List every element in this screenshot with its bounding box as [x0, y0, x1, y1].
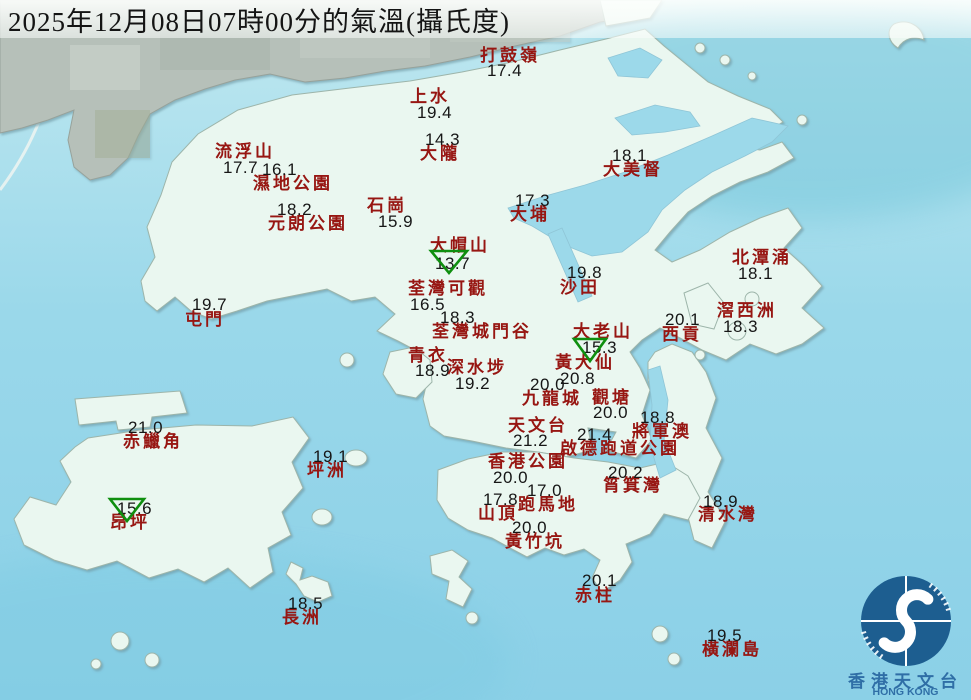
page-title: 2025年12月08日07時00分的氣溫(攝氏度) — [0, 0, 510, 39]
ma-wan-island — [340, 353, 354, 367]
title-bar: 2025年12月08日07時00分的氣溫(攝氏度) — [0, 0, 971, 38]
lamma-south-islet — [466, 612, 478, 624]
ne-islet-3 — [748, 72, 756, 80]
po-toi-islet-2 — [668, 653, 680, 665]
soko-islet-1 — [111, 632, 129, 650]
port-shelter-islet-3 — [695, 350, 705, 360]
po-toi-islet-1 — [652, 626, 668, 642]
ne-islet-2 — [720, 55, 730, 65]
peng-chau-island — [345, 450, 367, 466]
ne-islet-1 — [695, 43, 705, 53]
hei-ling-chau-island — [312, 509, 332, 525]
soko-islet-3 — [91, 659, 101, 669]
port-shelter-islet-1 — [728, 322, 746, 340]
soko-islet-2 — [145, 653, 159, 667]
tap-mun-islet — [797, 115, 807, 125]
port-shelter-islet-2 — [745, 292, 759, 306]
map-canvas — [0, 0, 971, 700]
hko-temperature-map: 打鼓嶺17.4上水19.4大隴14.3流浮山17.7濕地公園16.1元朗公園18… — [0, 0, 971, 700]
